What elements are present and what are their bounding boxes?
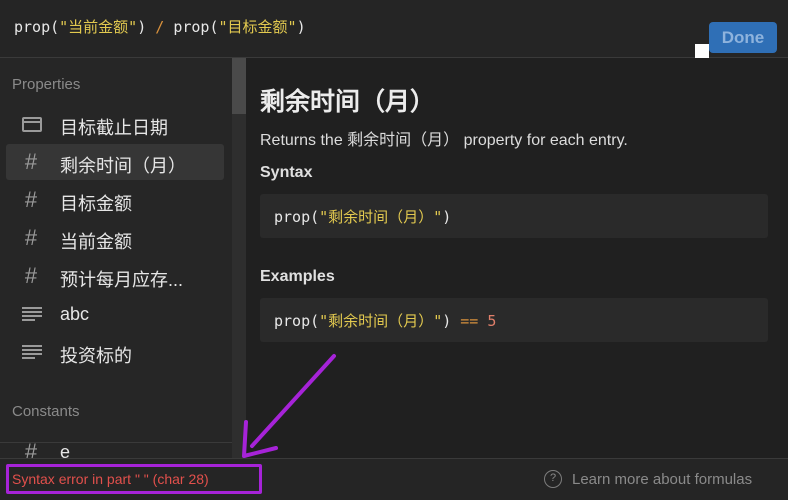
property-label: 投资标的 [60,346,132,366]
formula-token-string: "目标金额" [218,18,297,36]
sidebar-scrollbar[interactable] [232,58,246,458]
syntax-error-message: Syntax error in part " " (char 28) [12,471,209,487]
sidebar-item-property[interactable]: # 预计每月应存... [6,258,224,294]
sidebar-item-property[interactable]: 投资标的 [6,334,224,370]
sidebar-item-constant[interactable]: # e [6,434,224,459]
property-label: 预计每月应存... [60,270,184,290]
text-lines-icon [22,307,42,321]
code-token-function: prop( [274,208,320,226]
hash-icon: # [24,225,38,250]
code-token-string: "剩余时间（月）" [319,208,443,226]
code-token-operator: == [460,312,479,330]
done-button[interactable]: Done [709,22,777,53]
help-circle-icon[interactable]: ? [544,470,562,488]
code-token-paren: ) [442,208,452,226]
code-token-number: 5 [487,312,497,330]
sidebar-item-property[interactable]: # 目标金额 [6,182,224,218]
syntax-code-block: prop("剩余时间（月）") [260,194,768,238]
text-lines-icon [22,345,42,359]
code-token-paren: ) [442,312,452,330]
detail-panel: 剩余时间（月） Returns the 剩余时间（月） property for… [246,58,788,458]
formula-input[interactable]: prop("当前金额") / prop("目标金额") [14,16,306,37]
formula-token-string: "当前金额" [59,18,138,36]
formula-bar: prop("当前金额") / prop("目标金额") Done [0,0,788,58]
formula-token-function: prop( [173,18,219,36]
property-label: 目标截止日期 [60,118,168,138]
code-token-string: "剩余时间（月）" [319,312,443,330]
hash-icon: # [24,439,38,459]
property-label: 目标金额 [60,194,132,214]
sidebar-item-property-selected[interactable]: # 剩余时间（月） [6,144,224,180]
sidebar-scroll-thumb[interactable] [232,58,246,114]
formula-token-paren: ) [296,18,306,36]
syntax-heading: Syntax [260,164,313,181]
property-description: Returns the 剩余时间（月） property for each en… [260,132,628,149]
sidebar-item-property[interactable]: # 当前金额 [6,220,224,256]
constant-label: e [60,442,71,458]
code-token-function: prop( [274,312,320,330]
calendar-icon [22,117,42,132]
sidebar-item-property[interactable]: 目标截止日期 [6,106,224,142]
hash-icon: # [24,187,38,212]
sidebar: Properties 目标截止日期 # 剩余时间（月） # 目标金额 # 当前金… [0,58,232,458]
property-label: 当前金额 [60,232,132,252]
examples-heading: Examples [260,268,335,285]
property-label: abc [60,304,90,324]
formula-token-operator: / [155,18,165,36]
page-title: 剩余时间（月） [260,88,436,116]
property-label: 剩余时间（月） [60,156,186,176]
constants-section-label: Constants [12,403,80,420]
hash-icon: # [24,149,38,174]
learn-more-link[interactable]: Learn more about formulas [572,471,752,488]
resize-handle[interactable] [695,44,709,58]
properties-section-label: Properties [12,76,81,93]
example-code-block: prop("剩余时间（月）") == 5 [260,298,768,342]
status-footer: Syntax error in part " " (char 28) ? Lea… [0,458,788,500]
formula-token-paren: ) [137,18,147,36]
formula-token-function: prop( [14,18,60,36]
hash-icon: # [24,263,38,288]
sidebar-item-property[interactable]: abc [6,296,224,332]
